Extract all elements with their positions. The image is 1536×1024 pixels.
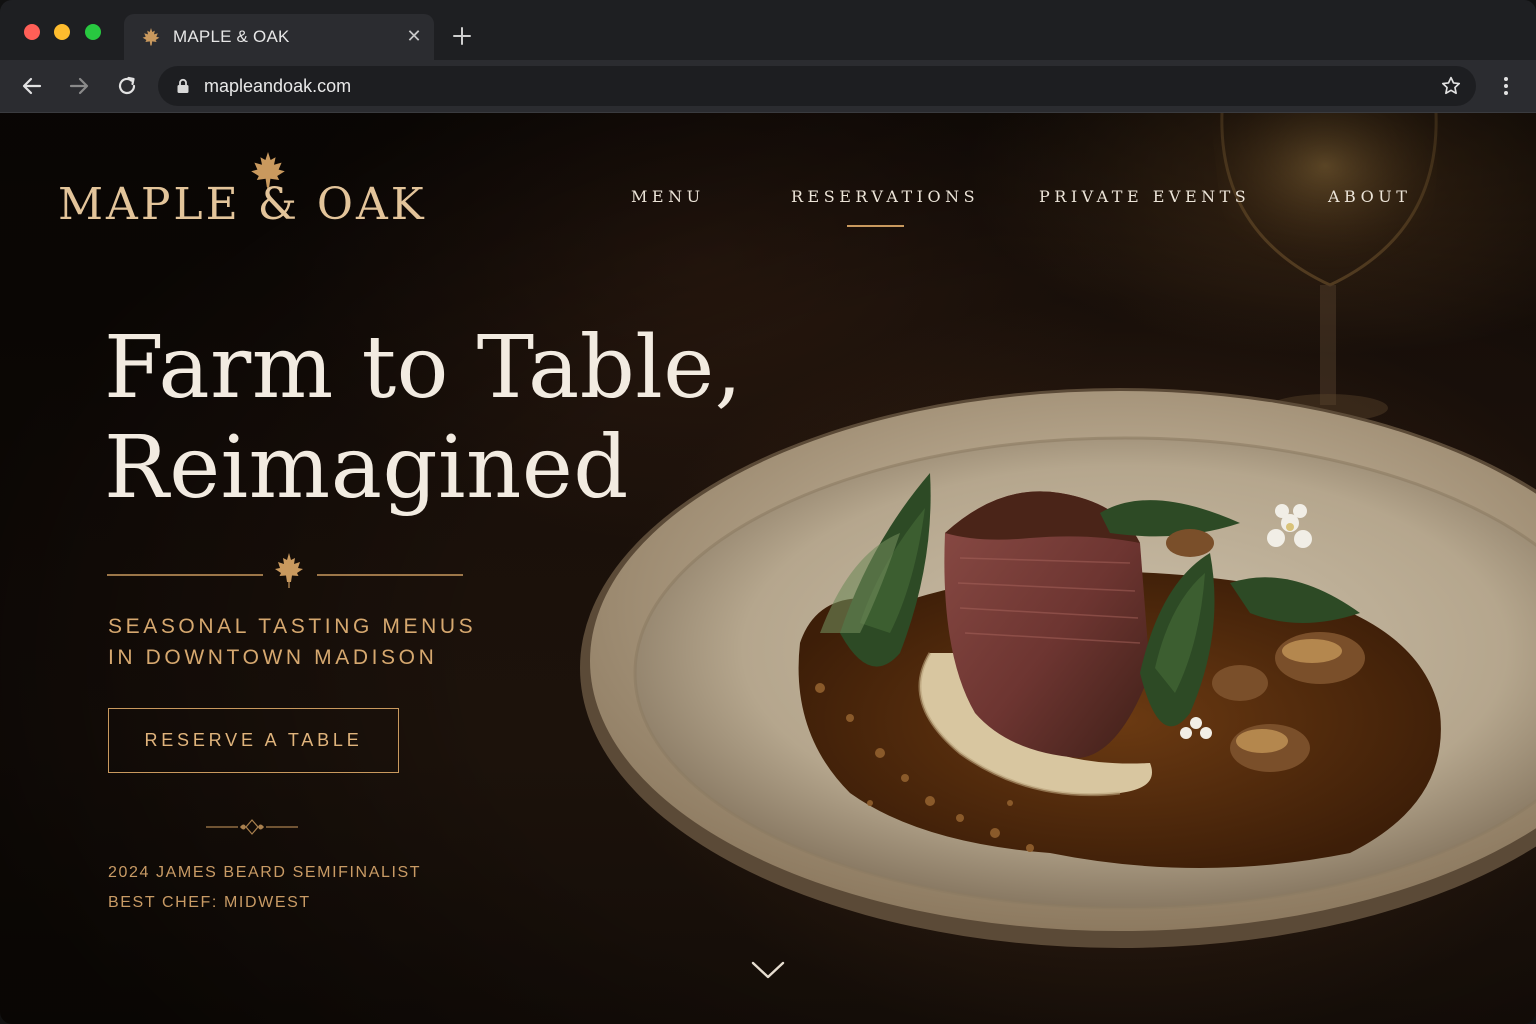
hero-tagline: SEASONAL TASTING MENUS IN DOWNTOWN MADIS… bbox=[108, 611, 476, 673]
tab-title: MAPLE & OAK bbox=[173, 27, 290, 46]
award-text: 2024 JAMES BEARD SEMIFINALIST BEST CHEF:… bbox=[108, 858, 421, 918]
lock-icon bbox=[177, 78, 189, 93]
arrow-right-icon[interactable] bbox=[67, 74, 91, 98]
nav-item-menu[interactable]: MENU bbox=[631, 187, 705, 206]
url-text[interactable]: mapleandoak.com bbox=[204, 76, 351, 97]
close-window-button[interactable] bbox=[24, 24, 40, 40]
browser-toolbar: mapleandoak.com bbox=[0, 60, 1536, 113]
award-line-2: BEST CHEF: MIDWEST bbox=[108, 894, 311, 911]
address-bar[interactable]: mapleandoak.com bbox=[158, 66, 1476, 106]
reload-icon[interactable] bbox=[115, 74, 139, 98]
site-logo[interactable]: MAPLE & OAK bbox=[58, 151, 424, 231]
tab-bar: MAPLE & OAK ✕ bbox=[0, 0, 1536, 60]
logo-text: MAPLE & OAK bbox=[58, 179, 427, 230]
tagline-line-2: IN DOWNTOWN MADISON bbox=[108, 646, 438, 669]
leaf-divider bbox=[107, 553, 463, 588]
arrow-left-icon[interactable] bbox=[20, 74, 44, 98]
hero-headline: Farm to Table, Reimagined bbox=[104, 318, 743, 518]
hero-section: MAPLE & OAK MENU RESERVATIONS PRIVATE EV… bbox=[0, 113, 1536, 1024]
maple-leaf-icon bbox=[142, 28, 160, 46]
nav-item-private-events[interactable]: PRIVATE EVENTS bbox=[1039, 187, 1250, 206]
reserve-table-button[interactable]: RESERVE A TABLE bbox=[108, 708, 399, 773]
headline-line-1: Farm to Table, bbox=[104, 318, 743, 418]
browser-window: MAPLE & OAK ✕ mapleandoak.com MAPLE & OA… bbox=[0, 0, 1536, 1024]
headline-line-2: Reimagined bbox=[104, 418, 629, 518]
browser-tab[interactable]: MAPLE & OAK ✕ bbox=[124, 14, 434, 60]
chevron-down-icon[interactable] bbox=[751, 959, 785, 981]
nav-item-about[interactable]: ABOUT bbox=[1328, 187, 1411, 206]
ornament-flourish-icon bbox=[206, 819, 298, 835]
tagline-line-1: SEASONAL TASTING MENUS bbox=[108, 615, 477, 638]
kebab-icon[interactable] bbox=[1496, 74, 1516, 98]
active-nav-indicator bbox=[847, 225, 904, 227]
plus-icon[interactable] bbox=[450, 24, 474, 48]
nav-item-reservations[interactable]: RESERVATIONS bbox=[791, 187, 979, 206]
minimize-window-button[interactable] bbox=[54, 24, 70, 40]
star-icon[interactable] bbox=[1440, 75, 1462, 97]
award-line-1: 2024 JAMES BEARD SEMIFINALIST bbox=[108, 864, 422, 881]
maximize-window-button[interactable] bbox=[85, 24, 101, 40]
close-icon[interactable]: ✕ bbox=[404, 26, 424, 46]
